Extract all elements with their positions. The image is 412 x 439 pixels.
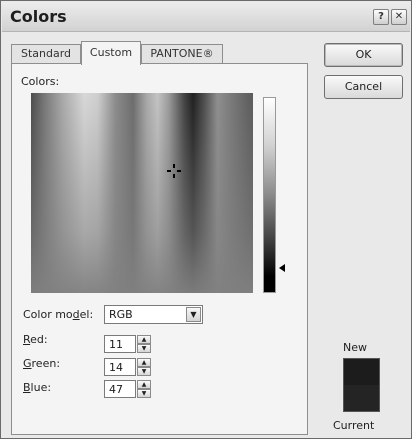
new-color-label: New	[343, 341, 367, 354]
green-down-arrow-icon[interactable]: ▼	[137, 367, 151, 376]
chevron-down-icon[interactable]: ▼	[186, 307, 201, 322]
tab-standard[interactable]: Standard	[11, 44, 81, 64]
crosshair-icon	[167, 164, 181, 178]
ok-button[interactable]: OK	[324, 43, 403, 67]
color-model-select[interactable]: RGB ▼	[104, 305, 203, 324]
red-input[interactable]: 11	[104, 335, 136, 353]
green-stepper[interactable]: ▲ ▼	[137, 358, 151, 376]
cancel-button[interactable]: Cancel	[324, 75, 403, 99]
blue-input[interactable]: 47	[104, 380, 136, 398]
spectrum-fade	[31, 93, 253, 293]
blue-label: Blue:	[23, 381, 52, 394]
blue-stepper[interactable]: ▲ ▼	[137, 380, 151, 398]
red-up-arrow-icon[interactable]: ▲	[137, 335, 151, 344]
green-up-arrow-icon[interactable]: ▲	[137, 358, 151, 367]
help-button[interactable]: ?	[373, 9, 389, 25]
luminance-arrow-icon[interactable]	[279, 264, 285, 272]
green-value: 14	[109, 361, 123, 374]
tab-pantone[interactable]: PANTONE®	[141, 44, 223, 64]
blue-down-arrow-icon[interactable]: ▼	[137, 389, 151, 398]
red-value: 11	[109, 338, 123, 351]
color-spectrum[interactable]	[31, 93, 253, 293]
dialog-title: Colors	[10, 7, 67, 26]
current-color-label: Current	[333, 419, 375, 432]
color-model-label: Color model:	[23, 308, 94, 321]
new-color-swatch	[343, 358, 380, 385]
tab-custom[interactable]: Custom	[81, 41, 141, 65]
colors-label: Colors:	[21, 75, 60, 88]
luminance-slider[interactable]	[263, 97, 276, 293]
red-stepper[interactable]: ▲ ▼	[137, 335, 151, 353]
blue-up-arrow-icon[interactable]: ▲	[137, 380, 151, 389]
blue-value: 47	[109, 383, 123, 396]
color-model-value: RGB	[109, 308, 133, 321]
green-label: Green:	[23, 357, 61, 370]
green-input[interactable]: 14	[104, 358, 136, 376]
current-color-swatch	[343, 385, 380, 412]
title-bar[interactable]: Colors ? ✕	[2, 2, 410, 32]
colors-dialog: Colors ? ✕ Standard Custom PANTONE® Colo…	[0, 0, 412, 439]
close-button[interactable]: ✕	[391, 9, 407, 25]
red-label: Red:	[23, 333, 48, 346]
red-down-arrow-icon[interactable]: ▼	[137, 344, 151, 353]
